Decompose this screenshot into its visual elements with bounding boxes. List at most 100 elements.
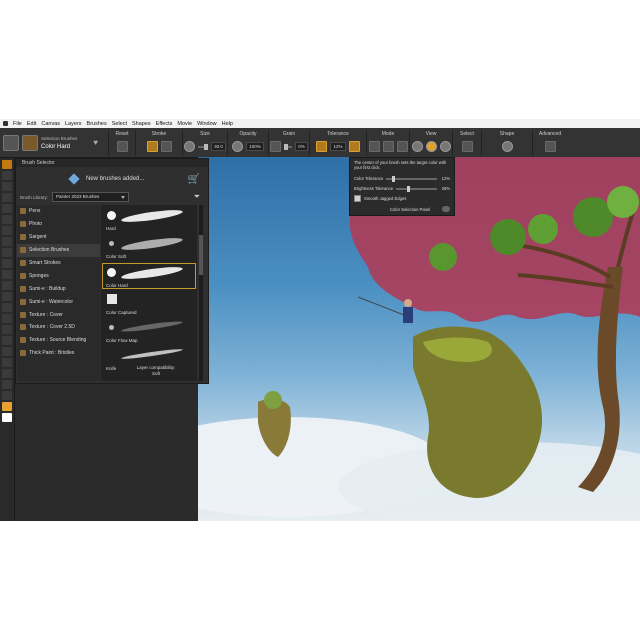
menu-edit[interactable]: Edit [27, 121, 36, 127]
text-tool-icon[interactable] [2, 292, 12, 301]
smooth-edges-checkbox[interactable] [354, 195, 361, 202]
category-item[interactable]: Sumi-e : Watercolor [17, 295, 100, 308]
tolerance-icon[interactable] [316, 141, 328, 152]
color-selection-description: The center of your brush sets the target… [354, 160, 447, 170]
shape-tool-icon[interactable] [2, 281, 12, 290]
menu-window[interactable]: Window [197, 121, 217, 127]
layer-compatibility-value: Soft [151, 371, 160, 376]
additional-color-swatch[interactable] [2, 413, 12, 422]
category-label: Smart Strokes [29, 260, 61, 266]
category-label: Texture : Cover 2.5D [29, 324, 75, 331]
category-icon [20, 324, 26, 331]
stroke-straight-button[interactable] [160, 141, 172, 152]
brush-category-label: Selection Brushes [41, 135, 78, 141]
crop-tool-icon[interactable] [2, 259, 12, 268]
filter-icon[interactable]: ⏷ [194, 192, 200, 202]
rectangular-selection-tool-icon[interactable] [2, 226, 12, 235]
advanced-brush-icon[interactable] [544, 141, 556, 152]
mode-add-button[interactable] [382, 141, 394, 152]
view-marching-ants-button[interactable] [411, 141, 423, 152]
dodge-tool-icon[interactable] [2, 336, 12, 345]
size-field[interactable]: 30.0 [211, 142, 226, 151]
foliage-cluster [429, 243, 457, 271]
foliage-cluster [607, 186, 639, 218]
layer-adjuster-tool-icon[interactable] [2, 204, 12, 213]
menu-help[interactable]: Help [222, 121, 233, 127]
grabber-tool-icon[interactable] [2, 369, 12, 378]
category-item[interactable]: Texture : Cover 2.5D [17, 321, 100, 334]
tolerance-options-button[interactable] [348, 141, 360, 152]
menu-canvas[interactable]: Canvas [41, 121, 60, 127]
new-brushes-banner[interactable]: New brushes added... 🛒 [20, 171, 204, 187]
brightness-tolerance-slider[interactable] [396, 185, 437, 192]
divine-proportion-tool-icon[interactable] [2, 358, 12, 367]
view-settings-gear-icon[interactable] [439, 141, 451, 152]
dab-preview-icon [107, 294, 117, 304]
category-item[interactable]: Photo [17, 218, 100, 231]
stroke-freehand-button[interactable] [146, 141, 158, 152]
grain-slider[interactable] [284, 143, 293, 150]
brightness-tolerance-value[interactable]: 26% [440, 186, 450, 191]
category-item[interactable]: Sumi-e : Buildup [17, 282, 100, 295]
menu-select[interactable]: Select [112, 121, 127, 127]
new-brushes-text: New brushes added... [86, 176, 145, 182]
paint-bucket-tool-icon[interactable] [2, 182, 12, 191]
menu-effects[interactable]: Effects [156, 121, 173, 127]
menu-brushes[interactable]: Brushes [87, 121, 107, 127]
reset-tool-button[interactable] [116, 141, 128, 152]
variant-item[interactable]: Color Soft [103, 235, 195, 259]
category-item[interactable]: Texture : Cover [17, 308, 100, 321]
variant-item[interactable]: Color Captured [103, 291, 195, 315]
cart-icon[interactable]: 🛒 [188, 174, 200, 185]
category-label: Texture : Source Blending [29, 337, 87, 344]
category-item[interactable]: Sponges [17, 269, 100, 282]
category-item[interactable]: Pens [17, 205, 100, 218]
rubber-stamp-tool-icon[interactable] [2, 325, 12, 334]
dropper-tool-icon[interactable] [2, 171, 12, 180]
category-item[interactable]: Smart Strokes [17, 257, 100, 270]
grain-field[interactable]: 0% [295, 142, 308, 151]
lasso-tool-icon[interactable] [2, 237, 12, 246]
transform-tool-icon[interactable] [2, 215, 12, 224]
menu-shapes[interactable]: Shapes [132, 121, 151, 127]
mode-group: Mode [366, 130, 409, 156]
cloner-tool-icon[interactable] [2, 314, 12, 323]
category-item-selected[interactable]: Selection Brushes [17, 243, 100, 257]
variant-item[interactable]: Hard [103, 207, 195, 231]
category-item[interactable]: Sargent [17, 231, 100, 244]
variant-item-selected[interactable]: Color Hard [102, 263, 196, 289]
variant-list-scrollbar[interactable] [199, 205, 203, 381]
color-selection-panel-link[interactable]: Color Selection Panel [390, 207, 430, 212]
select-group: Select [452, 130, 481, 156]
menu-movie[interactable]: Movie [177, 121, 192, 127]
stroke-preview [120, 319, 184, 334]
rotate-page-tool-icon[interactable] [2, 391, 12, 400]
magic-wand-tool-icon[interactable] [2, 248, 12, 257]
menu-file[interactable]: File [13, 121, 22, 127]
brush-tool-icon[interactable] [2, 160, 12, 169]
panel-toggle-icon[interactable] [442, 206, 450, 212]
variant-item[interactable]: Color Flow Map [103, 319, 195, 343]
main-color-swatch[interactable] [2, 402, 12, 411]
mode-replace-button[interactable] [368, 141, 380, 152]
pen-tool-icon[interactable] [2, 270, 12, 279]
view-overlay-button[interactable] [425, 141, 437, 152]
favorite-heart-icon[interactable]: ♥ [93, 138, 98, 147]
shape-selection-tool-icon[interactable] [2, 303, 12, 312]
magnifier-tool-icon[interactable] [2, 380, 12, 389]
brush-library-dropdown[interactable]: Painter 2023 Brushes [52, 192, 130, 202]
color-tolerance-slider[interactable] [386, 175, 437, 182]
mode-subtract-button[interactable] [396, 141, 408, 152]
menu-layers[interactable]: Layers [65, 121, 82, 127]
category-item[interactable]: Thick Paint : Bristles [17, 347, 100, 360]
size-slider[interactable] [198, 143, 209, 150]
eraser-tool-icon[interactable] [2, 193, 12, 202]
opacity-field[interactable]: 100% [246, 142, 264, 151]
select-button[interactable] [461, 141, 473, 152]
tolerance-field[interactable]: 12% [330, 142, 346, 151]
current-brush[interactable]: Selection Brushes Color Hard ♥ [3, 131, 106, 154]
color-tolerance-value[interactable]: 12% [440, 176, 450, 181]
mirror-tool-icon[interactable] [2, 347, 12, 356]
shape-button[interactable] [501, 141, 513, 152]
category-item[interactable]: Texture : Source Blending [17, 334, 100, 347]
